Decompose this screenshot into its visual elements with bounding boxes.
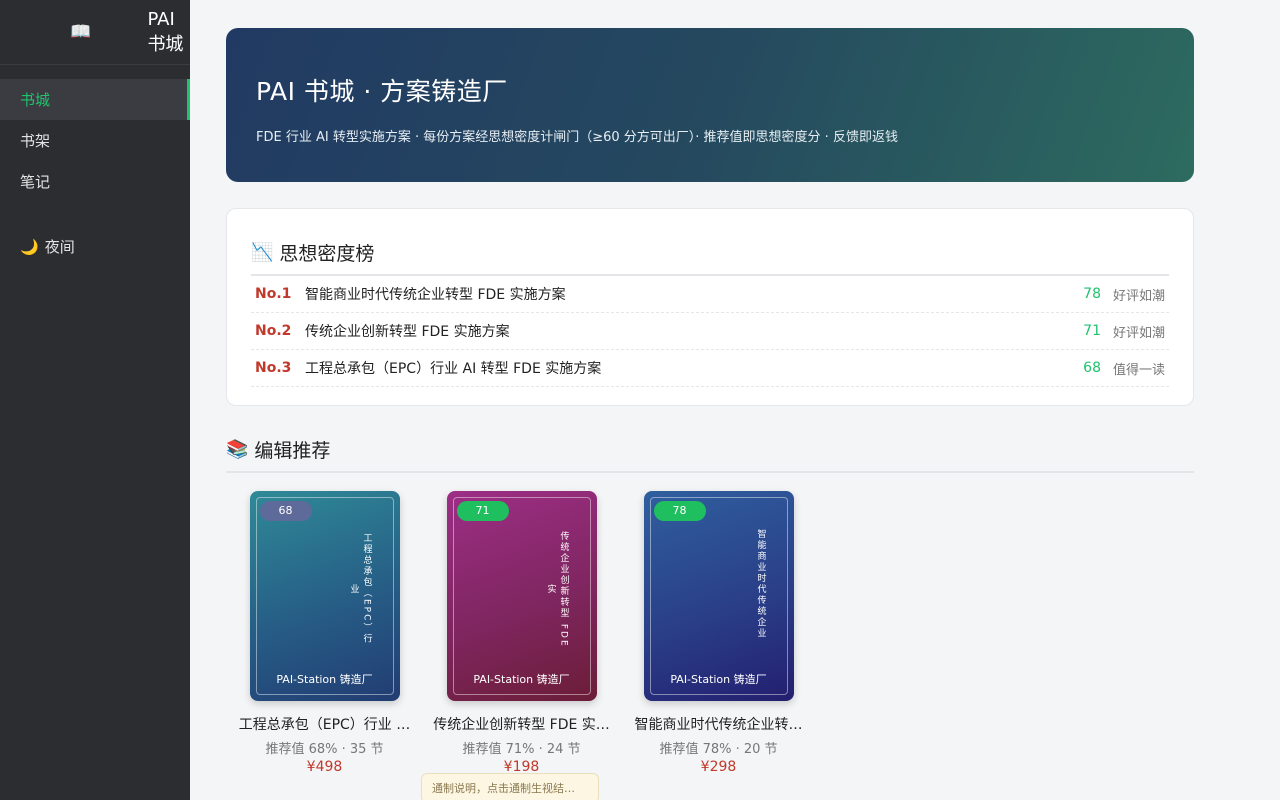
cover-title: 传统企业创新转型 FDE 实 (545, 530, 569, 648)
book-meta: 推荐值 78% · 20 节 (659, 742, 778, 757)
book-price: ¥498 (306, 759, 343, 775)
book-card[interactable]: 78 智能商业时代传统企业 PAI-Station 铸造厂 智能商业时代传统企业… (620, 491, 817, 775)
cover-title: 工程总承包（EPC）行业 (348, 533, 372, 645)
sidebar-item-bookshelf[interactable]: 书架 (0, 120, 190, 161)
sidebar: 📖 PAI 书城 书城 书架 笔记 🌙 夜间 (0, 0, 190, 800)
open-book-icon: 📖 (70, 22, 92, 42)
books-icon: 📚 (226, 439, 249, 460)
book-title[interactable]: 工程总承包（EPC）行业 … (226, 714, 423, 734)
ranking-row[interactable]: No.3 工程总承包（EPC）行业 AI 转型 FDE 实施方案 68 值得一读 (251, 350, 1169, 387)
night-mode-label: 夜间 (44, 238, 75, 256)
book-card[interactable]: 68 工程总承包（EPC）行业 PAI-Station 铸造厂 工程总承包（EP… (226, 491, 423, 775)
book-card[interactable]: 71 传统企业创新转型 FDE 实 PAI-Station 铸造厂 传统企业创新… (421, 491, 620, 800)
recommend-title: 编辑推荐 (254, 440, 331, 462)
ranking-row[interactable]: No.2 传统企业创新转型 FDE 实施方案 71 好评如潮 (251, 313, 1169, 350)
rank-number: No.1 (255, 286, 292, 302)
cover-publisher: PAI-Station 铸造厂 (670, 673, 767, 686)
book-cover[interactable]: 71 传统企业创新转型 FDE 实 PAI-Station 铸造厂 (446, 491, 597, 701)
chart-down-icon: 📉 (251, 242, 274, 263)
book-title[interactable]: 智能商业时代传统企业转… (620, 714, 817, 734)
ranking-row[interactable]: No.1 智能商业时代传统企业转型 FDE 实施方案 78 好评如潮 (251, 276, 1169, 313)
tooltip: 通制说明，点击通制生视结… (421, 773, 599, 800)
night-mode-toggle[interactable]: 🌙 夜间 (0, 226, 190, 267)
book-title[interactable]: 传统企业创新转型 FDE 实… (423, 714, 620, 734)
score-badge: 71 (456, 501, 509, 521)
sidebar-item-notes[interactable]: 笔记 (0, 161, 190, 202)
book-grid: 68 工程总承包（EPC）行业 PAI-Station 铸造厂 工程总承包（EP… (226, 491, 1194, 800)
book-cover[interactable]: 68 工程总承包（EPC）行业 PAI-Station 铸造厂 (249, 491, 400, 701)
recommend-header: 📚 编辑推荐 (226, 436, 1194, 473)
rank-tag: 值得一读 (1112, 362, 1165, 378)
sidebar-item-label: 书城 (20, 91, 51, 109)
score-badge: 68 (259, 501, 312, 521)
main-content: PAI 书城 · 方案铸造厂 FDE 行业 AI 转型实施方案 · 每份方案经思… (226, 28, 1194, 800)
hero-banner: PAI 书城 · 方案铸造厂 FDE 行业 AI 转型实施方案 · 每份方案经思… (226, 28, 1194, 182)
rank-title-link[interactable]: 工程总承包（EPC）行业 AI 转型 FDE 实施方案 (305, 358, 1083, 378)
sidebar-item-bookstore[interactable]: 书城 (0, 79, 190, 120)
ranking-header: 📉 思想密度榜 (251, 239, 1169, 276)
ranking-card: 📉 思想密度榜 No.1 智能商业时代传统企业转型 FDE 实施方案 78 好评… (226, 208, 1194, 406)
cover-publisher: PAI-Station 铸造厂 (276, 673, 373, 686)
brand-label: PAI 书城 (147, 8, 184, 55)
book-price: ¥298 (700, 759, 737, 775)
page-subtitle: FDE 行业 AI 转型实施方案 · 每份方案经思想密度计闸门（≥60 分方可出… (256, 130, 898, 145)
cover-publisher: PAI-Station 铸造厂 (473, 673, 570, 686)
sidebar-nav: 书城 书架 笔记 (0, 79, 190, 202)
brand[interactable]: 📖 PAI 书城 (0, 0, 190, 65)
page-title: PAI 书城 · 方案铸造厂 (256, 77, 508, 106)
rank-title-link[interactable]: 传统企业创新转型 FDE 实施方案 (305, 321, 1083, 341)
book-cover[interactable]: 78 智能商业时代传统企业 PAI-Station 铸造厂 (643, 491, 794, 701)
ranking-title: 思想密度榜 (279, 243, 375, 265)
rank-tag: 好评如潮 (1112, 325, 1165, 341)
rank-number: No.2 (255, 323, 292, 339)
score-badge: 78 (653, 501, 706, 521)
rank-title-link[interactable]: 智能商业时代传统企业转型 FDE 实施方案 (305, 284, 1083, 304)
rank-tag: 好评如潮 (1112, 288, 1165, 304)
book-meta: 推荐值 68% · 35 节 (265, 742, 384, 757)
rank-score: 68 (1083, 360, 1101, 376)
book-meta: 推荐值 71% · 24 节 (462, 742, 581, 757)
rank-score: 71 (1083, 323, 1101, 339)
sidebar-item-label: 笔记 (20, 173, 51, 191)
rank-score: 78 (1083, 286, 1101, 302)
sidebar-item-label: 书架 (20, 132, 51, 150)
moon-icon: 🌙 (20, 237, 39, 256)
cover-title: 智能商业时代传统企业 (755, 529, 766, 639)
rank-number: No.3 (255, 360, 292, 376)
